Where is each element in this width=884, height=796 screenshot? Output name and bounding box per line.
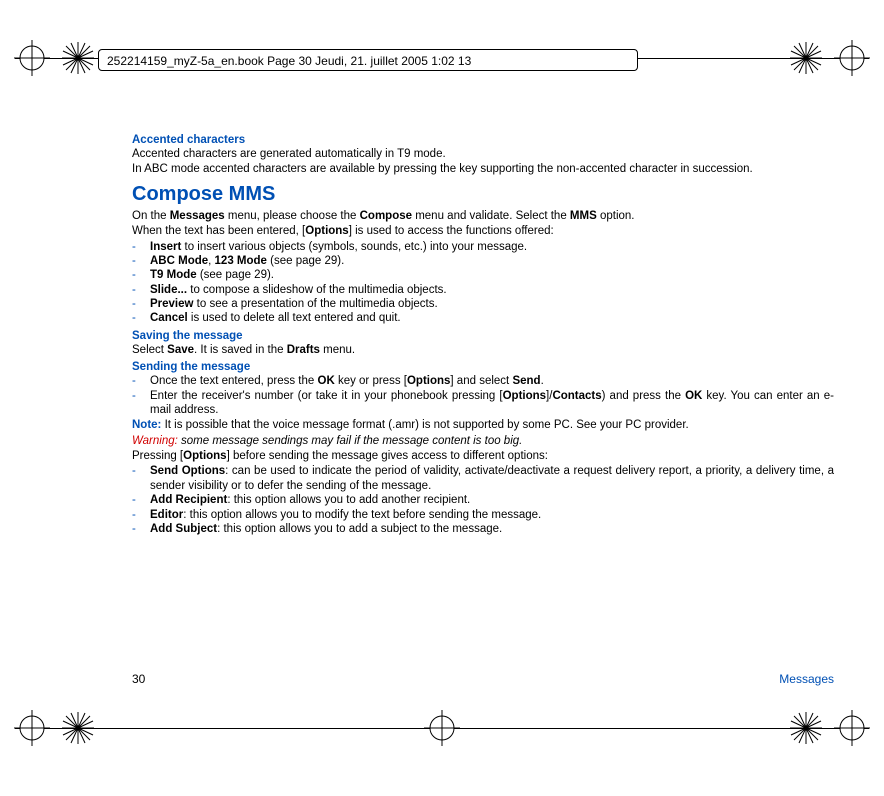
starburst-icon (788, 710, 824, 746)
para-compose-intro2: When the text has been entered, [Options… (132, 224, 834, 238)
send-options-list: -Send Options: can be used to indicate t… (132, 464, 834, 536)
bullet-dash: - (132, 508, 136, 522)
para-compose-intro: On the Messages menu, please choose the … (132, 209, 834, 223)
bullet-dash: - (132, 389, 136, 403)
list-item-text: Add Recipient: this option allows you to… (150, 494, 470, 506)
starburst-icon (60, 710, 96, 746)
heading-sending: Sending the message (132, 361, 834, 373)
bullet-dash: - (132, 254, 136, 268)
bullet-dash: - (132, 522, 136, 536)
list-item-text: Insert to insert various objects (symbol… (150, 241, 527, 253)
para-press-options: Pressing [Options] before sending the me… (132, 449, 834, 463)
heading-saving: Saving the message (132, 330, 834, 342)
para-accented-1: Accented characters are generated automa… (132, 147, 834, 161)
crosshair-icon (424, 710, 460, 746)
list-item-text: Once the text entered, press the OK key … (150, 375, 544, 387)
list-item-text: Editor: this option allows you to modify… (150, 509, 541, 521)
list-item-text: Slide... to compose a slideshow of the m… (150, 284, 447, 296)
crosshair-icon (14, 710, 50, 746)
list-item: - ABC Mode, 123 Mode (see page 29). (132, 254, 834, 268)
list-item: - Once the text entered, press the OK key… (132, 374, 834, 388)
list-item: - Insert to insert various objects (symbo… (132, 240, 834, 254)
list-item: - Editor: this option allows you to modif… (132, 508, 834, 522)
crop-marks-bottom (0, 710, 884, 750)
send-steps-list: - Once the text entered, press the OK key… (132, 374, 834, 417)
bullet-dash: - (132, 311, 136, 325)
page-footer: 30 Messages (132, 672, 834, 686)
bullet-dash: - (132, 283, 136, 297)
list-item-text: ABC Mode, 123 Mode (see page 29). (150, 255, 344, 267)
bullet-dash: - (132, 493, 136, 507)
crop-hline-bottom (15, 728, 869, 729)
starburst-icon (788, 40, 824, 76)
para-note: Note: It is possible that the voice mess… (132, 418, 834, 432)
warning-label: Warning: (132, 435, 178, 447)
warning-body: some message sendings may fail if the me… (178, 435, 523, 447)
crosshair-icon (14, 40, 50, 76)
heading-accented: Accented characters (132, 134, 834, 146)
bullet-dash: - (132, 464, 136, 478)
note-body: It is possible that the voice message fo… (161, 419, 688, 431)
note-label: Note: (132, 419, 161, 431)
list-item-text: Send Options: can be used to indicate th… (150, 465, 834, 491)
list-item-text: T9 Mode (see page 29). (150, 269, 274, 281)
list-item: -Enter the receiver's number (or take it… (132, 389, 834, 418)
footer-label: Messages (779, 672, 834, 686)
crosshair-icon (834, 40, 870, 76)
crosshair-icon (834, 710, 870, 746)
bullet-dash: - (132, 297, 136, 311)
list-item-text: Preview to see a presentation of the mul… (150, 298, 438, 310)
list-item: - T9 Mode (see page 29). (132, 268, 834, 282)
bullet-dash: - (132, 240, 136, 254)
list-item: - Preview to see a presentation of the mu… (132, 297, 834, 311)
list-item: - Cancel is used to delete all text enter… (132, 311, 834, 325)
page-number: 30 (132, 672, 145, 686)
list-item: - Slide... to compose a slideshow of the … (132, 283, 834, 297)
starburst-icon (60, 40, 96, 76)
list-item: -Send Options: can be used to indicate t… (132, 464, 834, 493)
bullet-dash: - (132, 268, 136, 282)
heading-compose-mms: Compose MMS (132, 183, 834, 206)
bullet-dash: - (132, 374, 136, 388)
page-content: Accented characters Accented characters … (132, 130, 834, 536)
header-info-box: 252214159_myZ-5a_en.book Page 30 Jeudi, … (98, 49, 638, 71)
list-item: - Add Subject: this option allows you to … (132, 522, 834, 536)
list-item-text: Enter the receiver's number (or take it … (150, 390, 834, 416)
para-saving: Select Save. It is saved in the Drafts m… (132, 343, 834, 357)
para-warning: Warning: some message sendings may fail … (132, 434, 834, 448)
list-item-text: Add Subject: this option allows you to a… (150, 523, 502, 535)
compose-options-list: - Insert to insert various objects (symbo… (132, 240, 834, 326)
para-accented-2: In ABC mode accented characters are avai… (132, 162, 834, 176)
list-item-text: Cancel is used to delete all text entere… (150, 312, 401, 324)
list-item: - Add Recipient: this option allows you t… (132, 493, 834, 507)
